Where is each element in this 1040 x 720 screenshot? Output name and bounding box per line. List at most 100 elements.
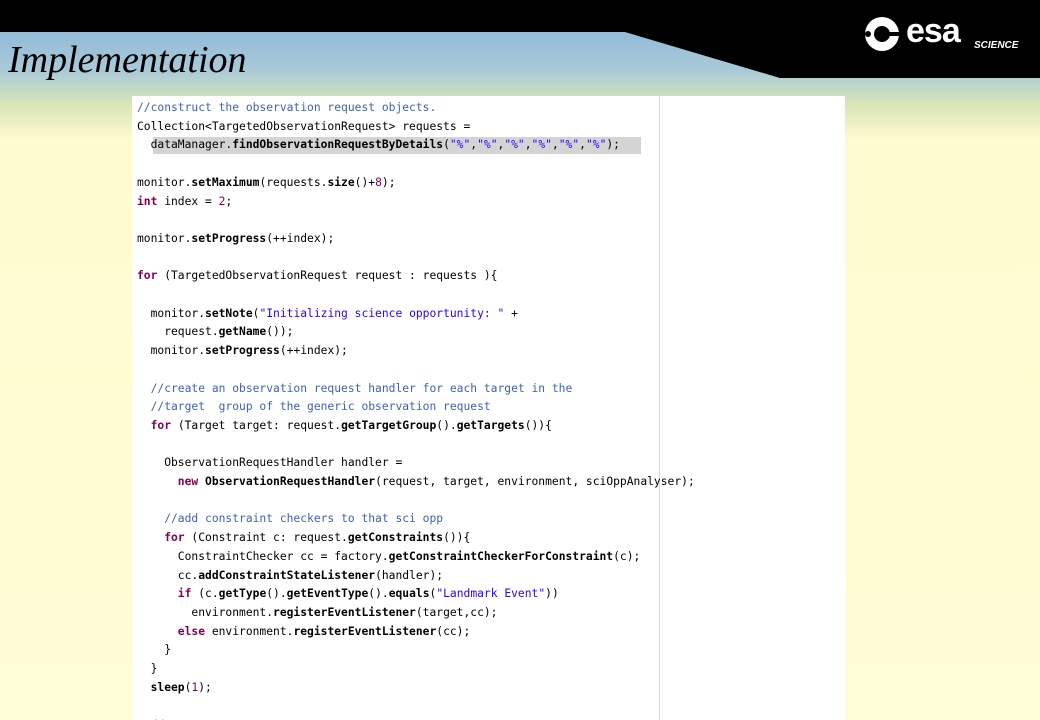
code-token-plain: (). xyxy=(436,418,457,432)
code-token-str: "%" xyxy=(477,138,498,152)
code-token-plain: (handler); xyxy=(375,568,444,582)
code-token-str: "%" xyxy=(531,138,552,152)
code-line: //add constraint checkers to that sci op… xyxy=(137,510,443,528)
code-token-plain: (Constraint c: request. xyxy=(184,531,348,545)
code-token-plain: ConstraintChecker cc = factory. xyxy=(137,549,389,563)
code-token-method: getTargets xyxy=(456,418,525,432)
code-token-plain: monitor. xyxy=(137,175,192,189)
code-token-comment: //target group of the generic observatio… xyxy=(137,400,491,414)
code-token-method: findObservationRequestByDetails xyxy=(232,138,444,152)
code-token-plain: (c); xyxy=(613,549,641,563)
code-token-method: setMaximum xyxy=(191,175,260,189)
code-token-plain: monitor. xyxy=(137,231,192,245)
code-line: environment.registerEventListener(target… xyxy=(137,604,497,622)
code-token-plain: ObservationRequestHandler handler = xyxy=(137,456,403,470)
code-token-plain: dataManager. xyxy=(137,138,233,152)
code-token-method: equals xyxy=(388,587,430,601)
code-token-plain: } xyxy=(137,643,172,657)
code-token-plain: ); xyxy=(198,680,212,694)
code-token-comment: //create an observation request handler … xyxy=(137,381,573,395)
code-line: // ... xyxy=(137,716,199,720)
esa-logo-subtitle: SCIENCE xyxy=(974,40,1019,51)
code-line: //create an observation request handler … xyxy=(137,380,573,398)
code-line: monitor.setProgress(++index); xyxy=(137,342,348,360)
esa-logo-icon xyxy=(865,17,902,51)
code-token-comment: //construct the observation request obje… xyxy=(137,101,437,114)
slide-title: Implementation xyxy=(8,39,247,81)
code-token-kw: for xyxy=(137,418,172,432)
code-token-kw: if xyxy=(137,587,192,601)
code-token-plain: (cc); xyxy=(436,624,471,638)
code-line: ObservationRequestHandler handler = xyxy=(137,454,402,472)
code-line: cc.addConstraintStateListener(handler); xyxy=(137,567,443,585)
code-token-plain: ); xyxy=(381,175,396,189)
code-token-method: ObservationRequestHandler xyxy=(205,475,376,488)
esa-logo: esa SCIENCE xyxy=(862,12,1032,56)
code-line: //target group of the generic observatio… xyxy=(137,398,491,416)
code-token-str: "%" xyxy=(504,138,525,152)
code-token-plain: request. xyxy=(137,325,219,339)
code-token-method: getEventType xyxy=(286,587,369,601)
code-token-plain: ( xyxy=(443,138,450,152)
code-token-plain: (c. xyxy=(191,587,219,601)
code-token-method: addConstraintStateListener xyxy=(198,568,376,582)
code-token-plain: + xyxy=(504,306,518,320)
code-token-plain: index = xyxy=(157,194,219,208)
code-token-str: "Initializing science opportunity: " xyxy=(259,306,505,320)
code-line: sleep(1); xyxy=(137,679,212,697)
code-token-plain: , xyxy=(551,138,559,152)
code-token-plain: environment. xyxy=(205,624,294,638)
code-token-plain: cc. xyxy=(137,568,199,582)
print-margin-line xyxy=(659,96,660,720)
code-line: ConstraintChecker cc = factory.getConstr… xyxy=(137,548,641,566)
code-token-plain: ()){ xyxy=(443,531,471,545)
code-line: for (Target target: request.getTargetGro… xyxy=(137,417,552,435)
code-token-num: 8 xyxy=(375,175,382,189)
code-token-kw: int xyxy=(137,194,158,208)
code-line: else environment.registerEventListener(c… xyxy=(137,623,470,641)
code-token-method: setNote xyxy=(205,306,253,320)
code-token-kw: for xyxy=(137,531,185,545)
code-token-kw: new xyxy=(137,475,199,488)
code-token-kw: for xyxy=(137,269,158,283)
code-token-method: setProgress xyxy=(191,231,267,245)
code-token-str: "%" xyxy=(558,138,580,152)
code-token-plain: )) xyxy=(545,587,559,601)
code-token-plain: ); xyxy=(606,138,620,152)
code-token-method: registerEventListener xyxy=(273,605,416,619)
code-token-plain: (Target target: request. xyxy=(171,418,342,432)
code-token-comment: //add constraint checkers to that sci op… xyxy=(137,512,444,526)
code-token-method: getName xyxy=(218,325,267,339)
code-token-method: getTargetGroup xyxy=(341,418,437,432)
code-panel: //construct the observation request obje… xyxy=(132,96,845,720)
esa-logo-word: esa xyxy=(906,12,961,50)
code-token-plain: (target,cc); xyxy=(415,605,498,619)
code-token-method: size xyxy=(327,175,355,189)
code-token-plain: ; xyxy=(225,194,233,208)
code-token-plain: } xyxy=(137,662,158,675)
code-token-plain: (). xyxy=(266,587,287,601)
code-token-method: getType xyxy=(218,587,267,601)
code-line-selected: dataManager.findObservationRequestByDeta… xyxy=(137,136,641,155)
code-line: int index = 2; xyxy=(137,193,232,211)
code-token-kw: else xyxy=(137,624,206,638)
code-token-str: "%" xyxy=(449,138,471,152)
code-token-plain: monitor. xyxy=(137,306,206,320)
code-line: if (c.getType().getEventType().equals("L… xyxy=(137,585,559,603)
code-token-plain: (requests. xyxy=(259,175,328,189)
code-token-method: setProgress xyxy=(205,344,280,358)
code-token-method: sleep xyxy=(137,680,185,694)
code-token-method: getConstraintCheckerForConstraint xyxy=(388,549,614,563)
code-token-plain: Collection<TargetedObservationRequest> r… xyxy=(137,119,471,133)
code-token-plain: monitor. xyxy=(137,344,206,358)
code-token-plain: ()); xyxy=(266,325,294,339)
code-token-plain: , xyxy=(524,138,532,152)
code-token-plain: (). xyxy=(368,587,389,601)
code-line: //construct the observation request obje… xyxy=(137,99,436,117)
code-token-method: getConstraints xyxy=(347,531,444,545)
code-token-plain: (++index); xyxy=(279,344,348,358)
code-line: monitor.setProgress(++index); xyxy=(137,230,334,248)
code-line: for (TargetedObservationRequest request … xyxy=(137,267,497,285)
code-token-plain: environment. xyxy=(137,605,274,619)
